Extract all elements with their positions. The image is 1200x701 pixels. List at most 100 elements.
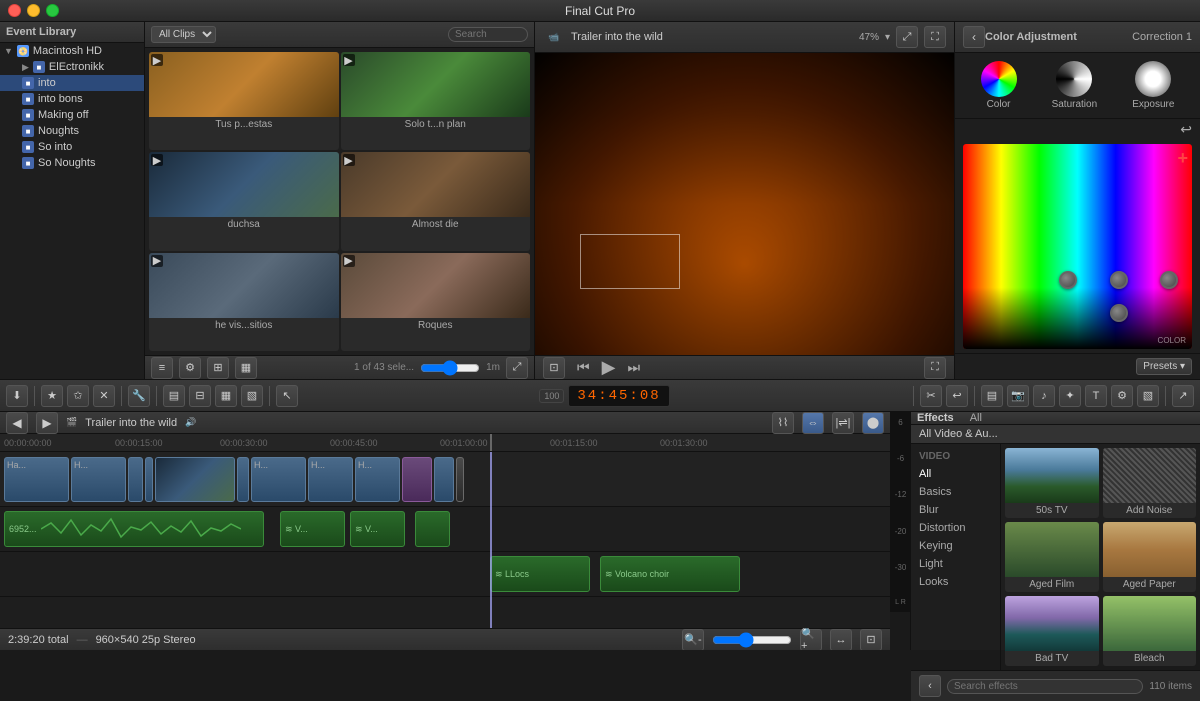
color-tool-exposure[interactable]: Exposure	[1132, 61, 1174, 110]
zoom-menu-button[interactable]: ⊡	[860, 629, 882, 651]
grid-view-button[interactable]: ⊞	[207, 357, 229, 379]
video-clip[interactable]: Ha...	[4, 457, 69, 502]
clip-appearance-1[interactable]: ▤	[163, 385, 185, 407]
snapping-button[interactable]: |⇌|	[832, 412, 854, 434]
resize-button[interactable]: ⊡	[543, 357, 565, 379]
video-clip[interactable]	[456, 457, 464, 502]
color-handle-2[interactable]	[1110, 271, 1128, 289]
effect-item-extra2[interactable]: Bleach	[1103, 596, 1197, 666]
photo-button[interactable]: 📷	[1007, 385, 1029, 407]
sidebar-item-sonoughts[interactable]: ■ So Noughts	[0, 155, 144, 171]
generator-button[interactable]: ⚙	[1111, 385, 1133, 407]
all-video-audio-bar[interactable]: All Video & Au...	[911, 425, 1200, 444]
zoom-out-button[interactable]: 🔍-	[682, 629, 704, 651]
list-item[interactable]: ▶ duchsa	[149, 152, 339, 250]
favorite-button[interactable]: ★	[41, 385, 63, 407]
effect-cat-blur[interactable]: Blur	[911, 501, 1000, 519]
color-tool-saturation[interactable]: Saturation	[1052, 61, 1098, 110]
sidebar-item-sointo[interactable]: ■ So into	[0, 139, 144, 155]
close-button[interactable]	[8, 4, 21, 17]
effects-back-button[interactable]: ‹	[919, 675, 941, 697]
fullscreen-button[interactable]: ⛶	[924, 26, 946, 48]
zoom-button[interactable]: ⤢	[896, 26, 918, 48]
clips-dropdown[interactable]: All Clips	[151, 26, 216, 43]
sidebar-item-makingoff[interactable]: ■ Making off	[0, 107, 144, 123]
sidebar-item-into[interactable]: ■ into	[0, 75, 144, 91]
settings-button[interactable]: ⚙	[179, 357, 201, 379]
list-item[interactable]: ▶ Tus p...estas	[149, 52, 339, 150]
fit-button[interactable]: ↔	[830, 629, 852, 651]
audio-clip[interactable]: ≋ V...	[280, 511, 345, 547]
effect-cat-all[interactable]: All	[911, 465, 1000, 483]
video-clip[interactable]	[237, 457, 249, 502]
video-clip[interactable]	[434, 457, 454, 502]
effect-item-extra1[interactable]: Bad TV	[1005, 596, 1099, 666]
share-button[interactable]: ↗	[1172, 385, 1194, 407]
effect-cat-light[interactable]: Light	[911, 555, 1000, 573]
media-search-input[interactable]	[448, 27, 528, 42]
clip-appearance-4[interactable]: ▧	[241, 385, 263, 407]
timeline-back-button[interactable]: ◀	[6, 412, 28, 434]
transition-button[interactable]: ▧	[1137, 385, 1159, 407]
list-item[interactable]: ▶ he vis...sitios	[149, 253, 339, 351]
zoom-dropdown-icon[interactable]: ▾	[885, 32, 890, 43]
fast-forward-button[interactable]: ⏭	[627, 359, 640, 376]
audio-clip-volcano[interactable]: ≋ Volcano choir	[600, 556, 740, 592]
maximize-button[interactable]	[46, 4, 59, 17]
filmstrip-button[interactable]: ▦	[235, 357, 257, 379]
video-clip[interactable]	[128, 457, 143, 502]
list-item[interactable]: ▶ Roques	[341, 253, 531, 351]
color-tool-color[interactable]: Color	[981, 61, 1017, 110]
effect-cat-distortion[interactable]: Distortion	[911, 519, 1000, 537]
fullscreen-preview-button[interactable]: ⛶	[924, 357, 946, 379]
cursor-tool[interactable]: ↖	[276, 385, 298, 407]
audio-clip[interactable]: ≋ V...	[350, 511, 405, 547]
audio-clip[interactable]: ≋ LLocs	[490, 556, 590, 592]
effect-cat-keying[interactable]: Keying	[911, 537, 1000, 555]
effects-all-label[interactable]: All	[970, 412, 982, 424]
effect-item-addnoise[interactable]: Add Noise	[1103, 448, 1197, 518]
effect-item-agedfilm[interactable]: Aged Film	[1005, 522, 1099, 592]
video-clip[interactable]: H...	[308, 457, 353, 502]
clip-view-button[interactable]: ▤	[981, 385, 1003, 407]
minimize-button[interactable]	[27, 4, 40, 17]
list-view-button[interactable]: ≡	[151, 357, 173, 379]
add-color-button[interactable]: +	[1177, 148, 1188, 169]
effect-cat-basics[interactable]: Basics	[911, 483, 1000, 501]
list-item[interactable]: ▶ Almost die	[341, 152, 531, 250]
clip-appearance-2[interactable]: ⊟	[189, 385, 211, 407]
sidebar-item-electronikh[interactable]: ▶ ■ ElEctronikk	[0, 59, 144, 75]
effect-item-agedpaper[interactable]: Aged Paper	[1103, 522, 1197, 592]
undo-button[interactable]: ↩	[946, 385, 968, 407]
reject-button[interactable]: ✕	[93, 385, 115, 407]
audio-clip[interactable]	[415, 511, 450, 547]
presets-button[interactable]: Presets ▾	[1136, 358, 1192, 375]
video-clip[interactable]	[402, 457, 432, 502]
import-button[interactable]: ⬇	[6, 385, 28, 407]
effects-button[interactable]: ✦	[1059, 385, 1081, 407]
color-spectrum[interactable]: + COLOR	[963, 144, 1192, 349]
video-clip[interactable]: H...	[251, 457, 306, 502]
inspect-button[interactable]: 🔧	[128, 385, 150, 407]
play-pause-button[interactable]: ▶	[602, 357, 616, 378]
sidebar-item-macintosh[interactable]: ▼ 📀 Macintosh HD	[0, 43, 144, 59]
sidebar-item-noughts[interactable]: ■ Noughts	[0, 123, 144, 139]
effect-item-50stv[interactable]: 50s TV	[1005, 448, 1099, 518]
effects-search-input[interactable]	[947, 679, 1143, 694]
undo-button[interactable]: ↩	[1180, 121, 1192, 138]
color-handle-3[interactable]	[1160, 271, 1178, 289]
rewind-button[interactable]: ⏮	[577, 359, 590, 376]
color-handle-1[interactable]	[1059, 271, 1077, 289]
link-clips-button[interactable]: ⇔	[802, 412, 824, 434]
video-clip[interactable]: H...	[355, 457, 400, 502]
zoom-slider[interactable]	[420, 360, 480, 376]
effect-cat-looks[interactable]: Looks	[911, 573, 1000, 591]
timeline-forward-button[interactable]: ▶	[36, 412, 58, 434]
unfavorite-button[interactable]: ✩	[67, 385, 89, 407]
zoom-in-button[interactable]: 🔍+	[800, 629, 822, 651]
audio-clip[interactable]: 6952...	[4, 511, 264, 547]
video-clip[interactable]	[155, 457, 235, 502]
skimmer-button[interactable]: ⬤	[862, 412, 884, 434]
text-button[interactable]: T	[1085, 385, 1107, 407]
timeline-zoom-slider[interactable]	[712, 632, 792, 648]
